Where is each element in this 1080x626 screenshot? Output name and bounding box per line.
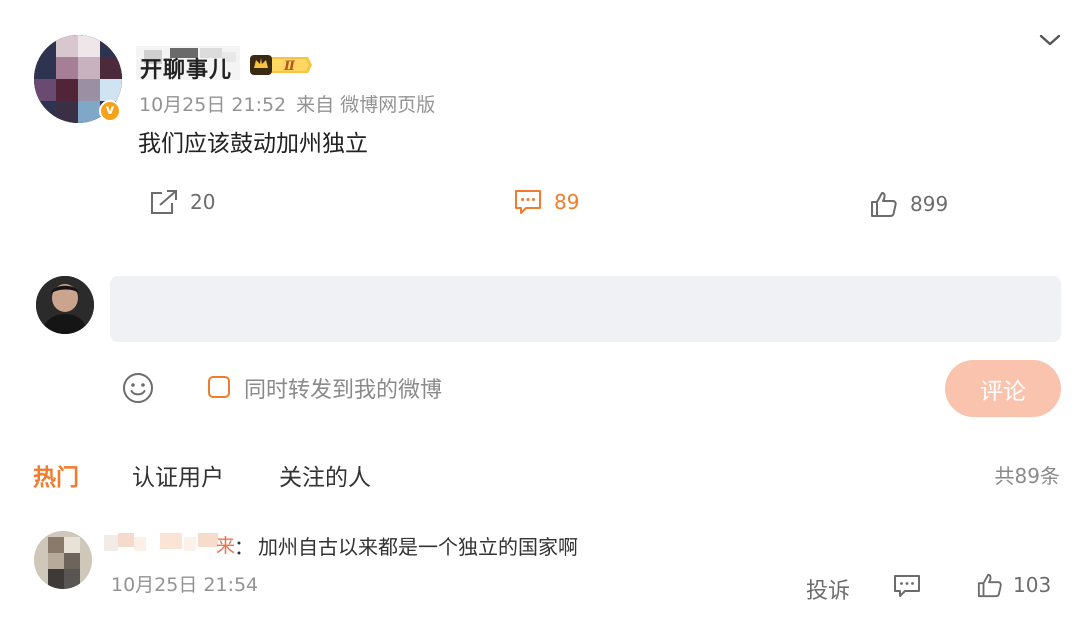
repost-label[interactable]: 同时转发到我的微博 — [244, 372, 442, 404]
comment-timestamp: 10月25日 21:54 — [111, 574, 259, 596]
comment-like-button[interactable]: 103 — [977, 572, 1051, 598]
comment-separator: ： — [234, 535, 254, 559]
post-source[interactable]: 来自 微博网页版 — [296, 94, 435, 116]
post-meta: 10月25日 21:52 来自 微博网页版 — [139, 90, 435, 117]
like-count: 899 — [910, 192, 949, 216]
commenter-name[interactable]: 来 — [216, 531, 235, 558]
comment-icon — [514, 189, 542, 215]
comment-text: 加州自古以来都是一个独立的国家啊 — [258, 535, 578, 559]
comment-count: 89 — [554, 190, 580, 214]
tab-verified-users[interactable]: 认证用户 — [132, 458, 224, 492]
comment-input[interactable] — [110, 276, 1061, 342]
current-user-avatar — [36, 276, 94, 334]
commenter-name-blur — [104, 533, 232, 555]
author-name[interactable]: 开聊事儿 — [140, 52, 232, 84]
comment-button[interactable]: 89 — [514, 189, 579, 215]
verified-badge: v — [99, 100, 121, 122]
thumbs-up-icon — [977, 572, 1003, 598]
commenter-avatar[interactable] — [34, 531, 92, 589]
post-text: 我们应该鼓动加州独立 — [138, 131, 368, 157]
emoji-icon[interactable] — [122, 372, 154, 404]
report-button[interactable]: 投诉 — [806, 573, 850, 605]
thumbs-up-icon — [870, 190, 898, 218]
level-number: Ⅱ — [283, 59, 296, 74]
share-count: 20 — [190, 190, 216, 214]
submit-comment-button[interactable]: 评论 — [945, 360, 1061, 417]
share-button[interactable]: 20 — [150, 189, 215, 215]
comment-total-count: 共89条 — [994, 464, 1060, 488]
tab-hot[interactable]: 热门 — [33, 458, 79, 492]
chevron-down-icon[interactable] — [1038, 28, 1062, 52]
comment-like-count: 103 — [1013, 573, 1052, 597]
post-timestamp: 10月25日 21:52 — [139, 94, 287, 116]
level-badge: Ⅱ — [250, 53, 312, 77]
repost-checkbox[interactable] — [208, 376, 230, 398]
tab-following[interactable]: 关注的人 — [279, 458, 371, 492]
reply-icon[interactable] — [893, 574, 921, 598]
like-button[interactable]: 899 — [870, 190, 948, 218]
share-icon — [150, 189, 178, 215]
